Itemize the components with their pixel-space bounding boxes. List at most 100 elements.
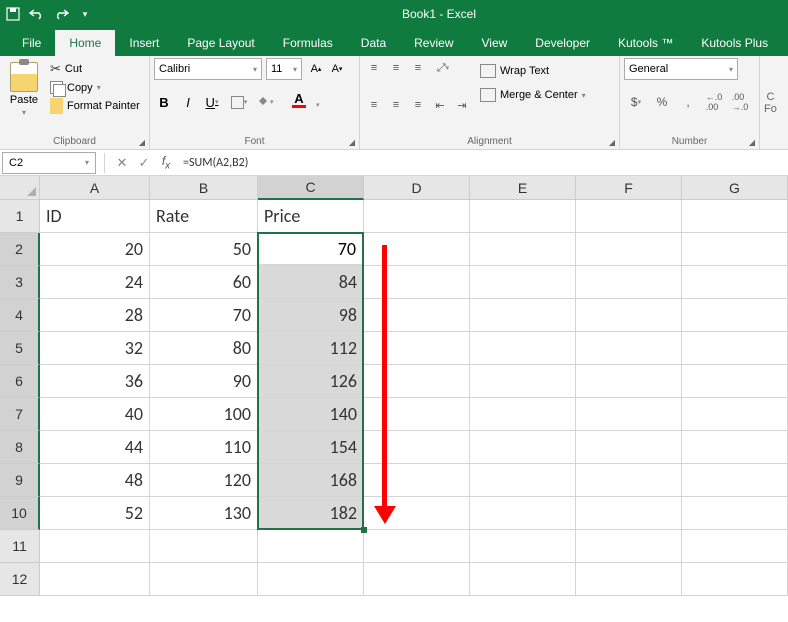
cell[interactable]: 40 <box>40 398 150 431</box>
merge-center-button[interactable]: Merge & Center ▾ <box>476 86 590 104</box>
cell[interactable]: 36 <box>40 365 150 398</box>
italic-button[interactable]: I <box>178 92 198 112</box>
cell[interactable]: 20 <box>40 233 150 266</box>
tab-insert[interactable]: Insert <box>115 30 173 56</box>
decrease-font-button[interactable]: A▾ <box>327 58 347 80</box>
cell[interactable] <box>576 398 682 431</box>
increase-decimal-button[interactable]: ←.0.00 <box>702 92 726 112</box>
tab-formulas[interactable]: Formulas <box>269 30 347 56</box>
wrap-text-button[interactable]: Wrap Text <box>476 62 590 80</box>
cell[interactable] <box>576 497 682 530</box>
cell[interactable] <box>470 299 576 332</box>
row-header[interactable]: 12 <box>0 563 40 596</box>
cell[interactable] <box>576 200 682 233</box>
cell[interactable] <box>470 365 576 398</box>
cell[interactable]: 24 <box>40 266 150 299</box>
cell[interactable]: 140 <box>258 398 364 431</box>
align-bottom-button[interactable]: ≡ <box>408 58 428 78</box>
column-header-e[interactable]: E <box>470 176 576 200</box>
cell[interactable]: 52 <box>40 497 150 530</box>
cell[interactable]: 182 <box>258 497 364 530</box>
row-header[interactable]: 3 <box>0 266 40 299</box>
cell[interactable] <box>364 563 470 596</box>
name-box[interactable]: C2 ▾ <box>2 152 96 174</box>
row-header[interactable]: 1 <box>0 200 40 233</box>
cell[interactable] <box>682 200 788 233</box>
copy-button[interactable]: Copy ▾ <box>48 80 142 95</box>
align-middle-button[interactable]: ≡ <box>386 58 406 78</box>
grid-body[interactable]: 1IDRatePrice2205070324608442870985328011… <box>0 200 788 596</box>
cell[interactable] <box>682 431 788 464</box>
format-painter-button[interactable]: Format Painter <box>48 97 142 115</box>
cell[interactable] <box>150 563 258 596</box>
align-center-button[interactable]: ≡ <box>386 95 406 115</box>
column-header-c[interactable]: C <box>258 176 364 200</box>
column-header-a[interactable]: A <box>40 176 150 200</box>
cell[interactable] <box>364 464 470 497</box>
column-header-g[interactable]: G <box>682 176 788 200</box>
font-color-button[interactable]: A <box>286 92 312 112</box>
tab-kutools-plus[interactable]: Kutools Plus <box>687 30 782 56</box>
enter-formula-button[interactable]: ✓ <box>133 152 155 174</box>
cell[interactable]: 32 <box>40 332 150 365</box>
cell[interactable] <box>682 464 788 497</box>
cell[interactable] <box>364 266 470 299</box>
align-left-button[interactable]: ≡ <box>364 95 384 115</box>
cut-button[interactable]: ✂ Cut <box>48 60 142 78</box>
align-top-button[interactable]: ≡ <box>364 58 384 78</box>
cell[interactable]: 154 <box>258 431 364 464</box>
cell[interactable]: 70 <box>150 299 258 332</box>
row-header[interactable]: 4 <box>0 299 40 332</box>
cell[interactable] <box>470 497 576 530</box>
border-button[interactable]: ▾ <box>226 92 252 112</box>
formula-input[interactable]: =SUM(A2,B2) <box>177 156 788 170</box>
cell[interactable] <box>682 266 788 299</box>
cell[interactable] <box>576 266 682 299</box>
cell[interactable] <box>682 497 788 530</box>
cell[interactable] <box>682 398 788 431</box>
cell[interactable]: 110 <box>150 431 258 464</box>
cell[interactable]: Rate <box>150 200 258 233</box>
currency-button[interactable]: $▾ <box>624 92 648 112</box>
cell[interactable]: 126 <box>258 365 364 398</box>
tab-data[interactable]: Data <box>347 30 400 56</box>
dialog-launcher[interactable]: ◢ <box>609 138 615 147</box>
cell[interactable]: 130 <box>150 497 258 530</box>
underline-button[interactable]: U▾ <box>202 92 222 112</box>
cell[interactable]: 48 <box>40 464 150 497</box>
row-header[interactable]: 7 <box>0 398 40 431</box>
cell[interactable] <box>576 530 682 563</box>
number-format-select[interactable]: General ▾ <box>624 58 738 80</box>
cancel-formula-button[interactable]: ✕ <box>111 152 133 174</box>
cell[interactable] <box>470 233 576 266</box>
cell[interactable] <box>364 398 470 431</box>
percent-button[interactable]: % <box>650 92 674 112</box>
cell[interactable]: ID <box>40 200 150 233</box>
cell[interactable] <box>470 266 576 299</box>
cell[interactable] <box>364 233 470 266</box>
cell[interactable] <box>364 299 470 332</box>
column-header-f[interactable]: F <box>576 176 682 200</box>
cell[interactable] <box>682 332 788 365</box>
chevron-down-icon[interactable]: ▾ <box>85 158 89 167</box>
cell[interactable] <box>576 365 682 398</box>
cell[interactable] <box>682 233 788 266</box>
tab-kutools[interactable]: Kutools ™ <box>604 30 687 56</box>
redo-button[interactable] <box>52 5 70 23</box>
row-header[interactable]: 8 <box>0 431 40 464</box>
cell[interactable] <box>364 200 470 233</box>
cell[interactable] <box>470 530 576 563</box>
cell[interactable] <box>470 200 576 233</box>
column-header-b[interactable]: B <box>150 176 258 200</box>
cell[interactable]: 90 <box>150 365 258 398</box>
cell[interactable] <box>576 233 682 266</box>
cell[interactable] <box>150 530 258 563</box>
cell[interactable]: Price <box>258 200 364 233</box>
cell[interactable]: 70 <box>258 233 364 266</box>
cell[interactable]: 60 <box>150 266 258 299</box>
cell[interactable] <box>470 398 576 431</box>
orientation-button[interactable]: ⤢▾ <box>430 58 456 78</box>
cell[interactable]: 80 <box>150 332 258 365</box>
row-header[interactable]: 9 <box>0 464 40 497</box>
cell[interactable] <box>576 464 682 497</box>
